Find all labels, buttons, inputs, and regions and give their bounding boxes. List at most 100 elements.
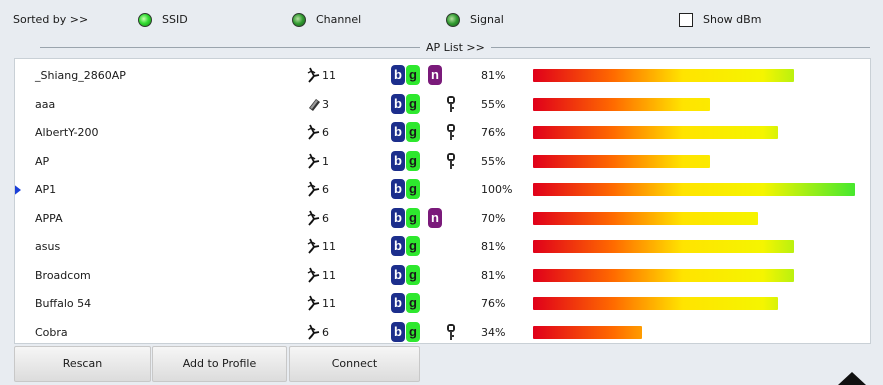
channel-text: 1	[322, 154, 329, 168]
channel-text: 11	[322, 268, 336, 282]
mode-g-icon: g	[406, 321, 420, 342]
ssid-text: AP1	[35, 183, 57, 196]
sort-bar: Sorted by >> SSID Channel Signal Show dB…	[0, 0, 883, 42]
channel-text: 6	[322, 126, 329, 139]
ssid-text: aaa	[35, 97, 56, 111]
rescan-button[interactable]: Rescan	[14, 346, 151, 382]
signal-percent: 76%	[481, 126, 506, 139]
corner-arrow-icon	[838, 372, 866, 385]
mode-g-icon: g	[406, 207, 420, 228]
sort-ssid-option[interactable]: SSID	[138, 12, 188, 28]
wireless-ap-icon	[307, 124, 321, 140]
selected-arrow-icon	[15, 183, 21, 197]
key-lock-icon	[445, 152, 457, 170]
mode-b-icon: b	[391, 65, 405, 85]
mode-b-icon: b	[391, 236, 405, 256]
sort-channel-option[interactable]: Channel	[292, 12, 361, 28]
signal-bar	[533, 211, 759, 225]
signal-bar	[533, 268, 794, 282]
wireless-ap-icon	[307, 295, 321, 311]
sort-channel-label: Channel	[316, 13, 362, 26]
sort-signal-option[interactable]: Signal	[446, 12, 504, 28]
mode-b-icon: b	[391, 264, 405, 285]
channel-text: 11	[322, 69, 336, 82]
mode-b-icon: b	[391, 122, 405, 142]
mode-g-icon: g	[406, 264, 420, 285]
ap-list-row[interactable]: _Shiang_2860AP 11 b g n 81%	[15, 62, 855, 90]
show-dbm-option[interactable]: Show dBm	[679, 12, 761, 28]
channel-text: 6	[322, 325, 329, 339]
ssid-text: APPA	[35, 211, 63, 225]
ap-list-row[interactable]: aaa 3 b g 55%	[15, 91, 855, 119]
ssid-text: Broadcom	[35, 268, 91, 282]
sorted-by-label: Sorted by >>	[13, 13, 89, 26]
adhoc-device-icon	[307, 96, 321, 112]
signal-bar	[533, 240, 794, 253]
signal-percent: 81%	[481, 268, 506, 282]
mode-n-icon: n	[428, 65, 442, 85]
ssid-text: AP	[35, 154, 50, 168]
ap-list-label: AP List >>	[420, 40, 491, 56]
ssid-text: Buffalo 54	[35, 297, 92, 310]
mode-b-icon: b	[391, 207, 405, 228]
mode-g-icon: g	[406, 293, 420, 313]
mode-b-icon: b	[391, 321, 405, 342]
connect-button[interactable]: Connect	[289, 346, 420, 382]
signal-percent: 100%	[481, 183, 513, 196]
ssid-text: Cobra	[35, 325, 68, 339]
mode-b-icon: b	[391, 179, 405, 199]
signal-percent: 76%	[481, 297, 506, 310]
signal-percent: 34%	[481, 325, 506, 339]
signal-percent: 81%	[481, 69, 506, 82]
channel-text: 11	[322, 240, 336, 253]
sort-ssid-label: SSID	[162, 13, 188, 26]
channel-text: 6	[322, 211, 329, 225]
key-lock-icon	[445, 323, 457, 341]
wireless-ap-icon	[307, 181, 321, 197]
mode-b-icon: b	[391, 150, 405, 171]
ssid-radio-icon[interactable]	[138, 13, 152, 27]
ap-list-row[interactable]: APPA 6 b g n 70%	[15, 205, 855, 233]
channel-radio-icon[interactable]	[292, 13, 306, 27]
wireless-ap-icon	[307, 324, 321, 340]
mode-g-icon: g	[406, 122, 420, 142]
signal-radio-icon[interactable]	[446, 13, 460, 27]
mode-g-icon: g	[406, 93, 420, 114]
ap-list-row[interactable]: Broadcom 11 b g 81%	[15, 262, 855, 290]
ap-list[interactable]: _Shiang_2860AP 11 b g n 81% aaa 3 b g 55% AlbertY-2…	[14, 58, 871, 344]
signal-bar	[533, 325, 643, 339]
ap-list-row[interactable]: Buffalo 54 11 b g 76%	[15, 290, 855, 318]
ap-list-row[interactable]: asus 11 b g 81%	[15, 233, 855, 261]
wireless-ap-icon	[307, 67, 321, 83]
mode-g-icon: g	[406, 65, 420, 85]
ssid-text: asus	[35, 240, 61, 253]
add-to-profile-button[interactable]: Add to Profile	[152, 346, 287, 382]
show-dbm-checkbox[interactable]	[679, 13, 693, 27]
ap-list-row[interactable]: AP 1 b g 55%	[15, 148, 855, 176]
ap-list-row[interactable]: AlbertY-200 6 b g 76%	[15, 119, 855, 147]
ap-list-row[interactable]: AP1 6 b g 100%	[15, 176, 855, 204]
mode-g-icon: g	[406, 150, 420, 171]
channel-text: 6	[322, 183, 329, 196]
ssid-text: AlbertY-200	[35, 126, 99, 139]
ssid-text: _Shiang_2860AP	[35, 69, 126, 82]
show-dbm-label: Show dBm	[703, 13, 762, 26]
channel-text: 3	[322, 97, 329, 111]
signal-bar	[533, 154, 711, 168]
key-lock-icon	[445, 123, 457, 141]
mode-n-icon: n	[428, 207, 442, 228]
mode-g-icon: g	[406, 179, 420, 199]
signal-percent: 70%	[481, 211, 506, 225]
wireless-ap-icon	[307, 153, 321, 169]
mode-b-icon: b	[391, 293, 405, 313]
signal-bar	[533, 69, 794, 82]
sort-signal-label: Signal	[470, 13, 504, 26]
ap-list-row[interactable]: Cobra 6 b g 34%	[15, 319, 855, 344]
signal-percent: 55%	[481, 97, 506, 111]
signal-percent: 55%	[481, 154, 506, 168]
wireless-ap-icon	[307, 238, 321, 254]
signal-bar	[533, 97, 711, 111]
key-lock-icon	[445, 95, 457, 113]
mode-g-icon: g	[406, 236, 420, 256]
wireless-ap-icon	[307, 267, 321, 283]
